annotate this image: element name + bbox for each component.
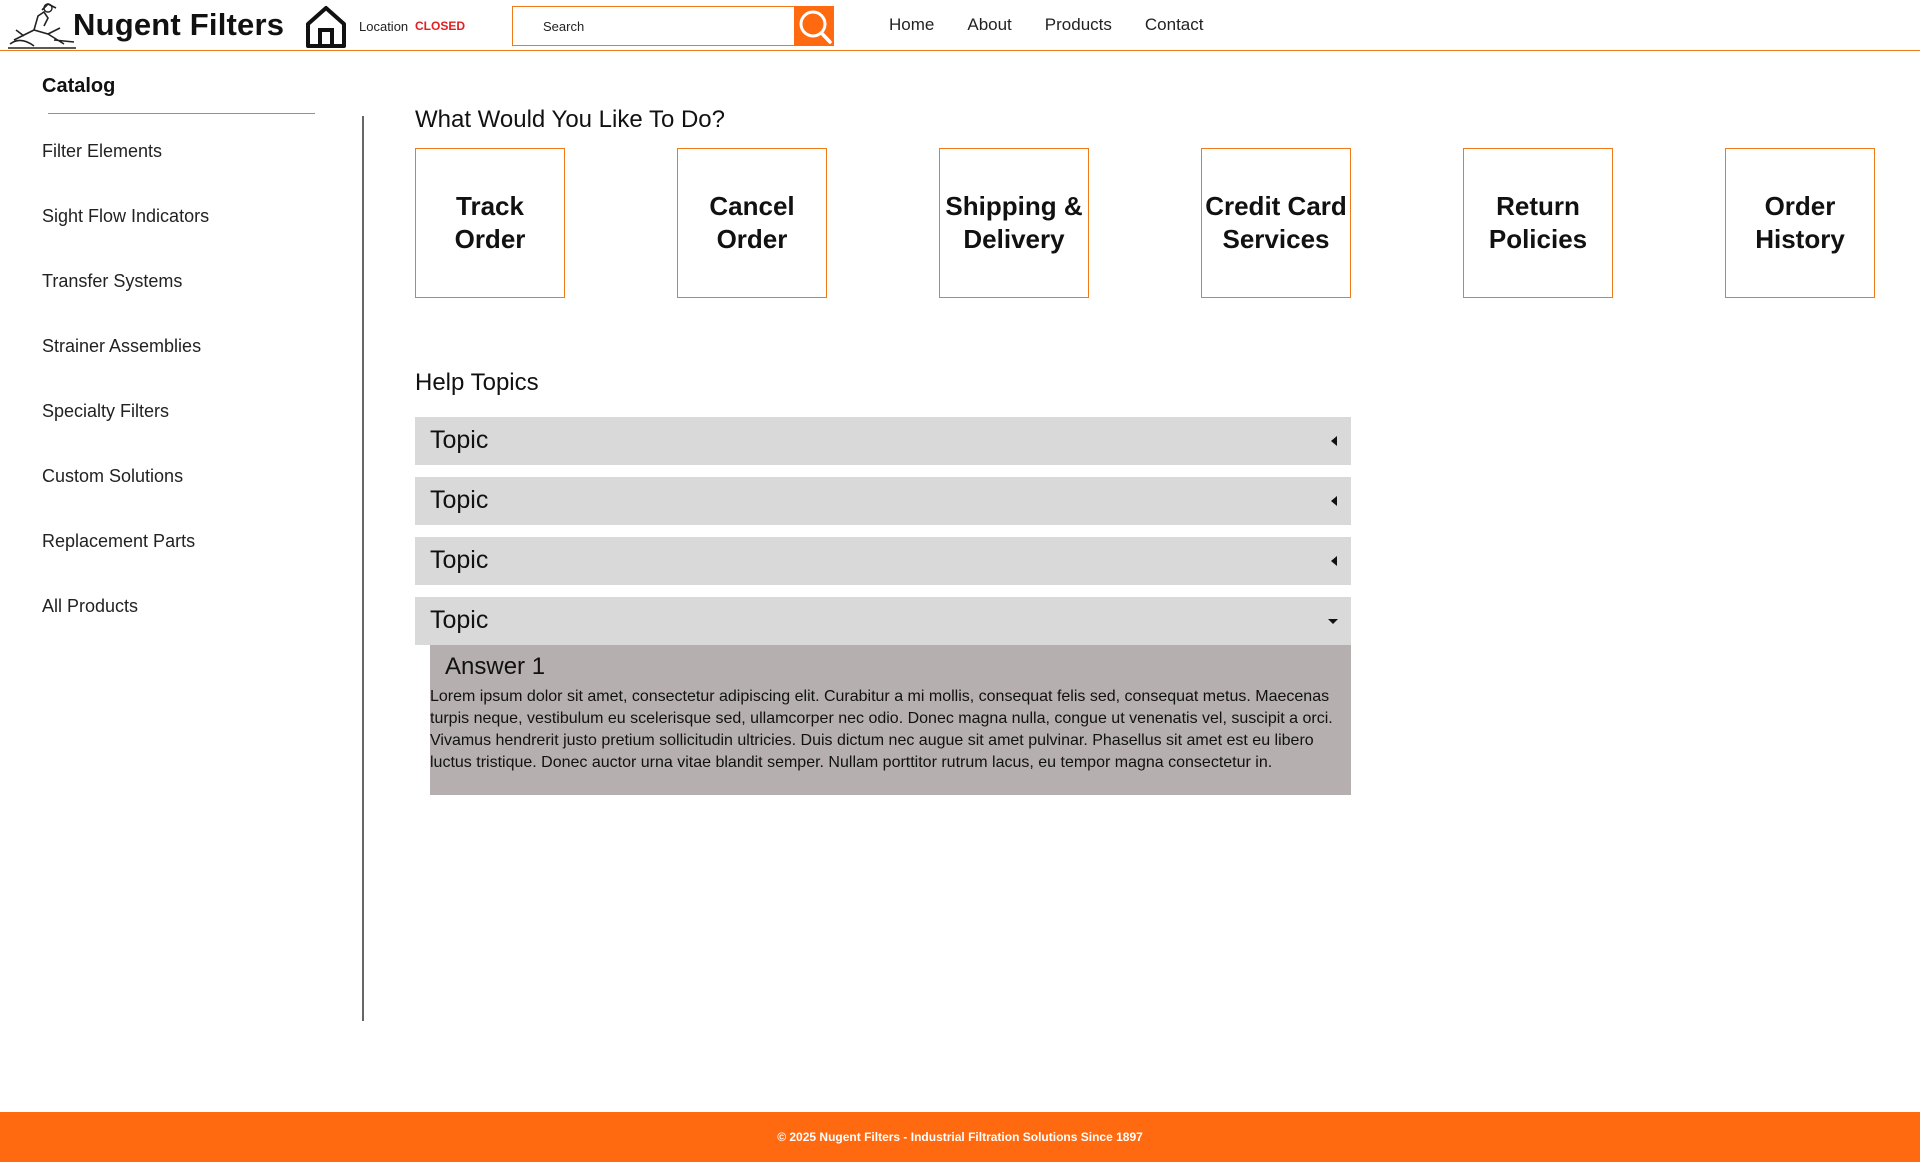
answer-body: Lorem ipsum dolor sit amet, consectetur … bbox=[430, 688, 1333, 771]
caret-left-icon bbox=[1331, 436, 1337, 446]
track-order-button[interactable]: Track Order bbox=[415, 148, 565, 298]
caret-down-icon bbox=[1328, 619, 1338, 624]
sidebar-item-label[interactable]: Replacement Parts bbox=[42, 531, 195, 551]
caret-left-icon bbox=[1331, 496, 1337, 506]
search-input[interactable] bbox=[513, 7, 795, 45]
answer-panel: Answer 1 Lorem ipsum dolor sit amet, con… bbox=[430, 645, 1351, 795]
sidebar-item-strainer-assemblies[interactable]: Strainer Assemblies bbox=[42, 336, 209, 401]
site-footer: © 2025 Nugent Filters - Industrial Filtr… bbox=[0, 1112, 1920, 1162]
topic-label: Topic bbox=[430, 606, 489, 634]
catalog-list: Filter Elements Sight Flow Indicators Tr… bbox=[42, 141, 209, 661]
home-icon[interactable] bbox=[304, 4, 348, 48]
sidebar-item-filter-elements[interactable]: Filter Elements bbox=[42, 141, 209, 206]
search-icon bbox=[799, 10, 832, 44]
nav-about[interactable]: About bbox=[967, 15, 1011, 35]
sidebar-item-custom-solutions[interactable]: Custom Solutions bbox=[42, 466, 209, 531]
topic-accordion-3[interactable]: Topic bbox=[415, 537, 1351, 585]
help-topics-heading: Help Topics bbox=[415, 369, 539, 396]
sidebar-item-specialty-filters[interactable]: Specialty Filters bbox=[42, 401, 209, 466]
brand-name[interactable]: Nugent Filters bbox=[73, 7, 284, 43]
sidebar-item-transfer-systems[interactable]: Transfer Systems bbox=[42, 271, 209, 336]
search-field[interactable] bbox=[512, 6, 795, 46]
topic-label: Topic bbox=[430, 546, 489, 574]
sidebar-item-label[interactable]: Transfer Systems bbox=[42, 271, 182, 291]
nav-products[interactable]: Products bbox=[1045, 15, 1112, 35]
sidebar-item-sight-flow-indicators[interactable]: Sight Flow Indicators bbox=[42, 206, 209, 271]
sidebar-divider bbox=[362, 116, 364, 1021]
order-history-button[interactable]: Order History bbox=[1725, 148, 1875, 298]
sidebar-item-label[interactable]: Specialty Filters bbox=[42, 401, 169, 421]
location-status-badge: CLOSED bbox=[415, 19, 466, 33]
nav-contact[interactable]: Contact bbox=[1145, 15, 1204, 35]
sidebar-item-label[interactable]: All Products bbox=[42, 596, 138, 616]
site-header: Nugent Filters Location CLOSED Home Abou… bbox=[0, 0, 1920, 51]
catalog-divider bbox=[48, 113, 315, 114]
caret-left-icon bbox=[1331, 556, 1337, 566]
sidebar-item-label[interactable]: Custom Solutions bbox=[42, 466, 183, 486]
sidebar-item-label[interactable]: Sight Flow Indicators bbox=[42, 206, 209, 226]
topic-label: Topic bbox=[430, 486, 489, 514]
sidebar-item-all-products[interactable]: All Products bbox=[42, 596, 209, 661]
actions-heading: What Would You Like To Do? bbox=[415, 106, 725, 133]
footer-copyright: © 2025 Nugent Filters - Industrial Filtr… bbox=[777, 1130, 1143, 1144]
topic-accordion-2[interactable]: Topic bbox=[415, 477, 1351, 525]
search-button[interactable] bbox=[794, 6, 834, 46]
topic-label: Topic bbox=[430, 426, 489, 454]
sidebar-item-label[interactable]: Filter Elements bbox=[42, 141, 162, 161]
nav-home[interactable]: Home bbox=[889, 15, 934, 35]
mascot-logo[interactable] bbox=[4, 0, 78, 50]
topic-accordion-4[interactable]: Topic bbox=[415, 597, 1351, 645]
return-policies-button[interactable]: Return Policies bbox=[1463, 148, 1613, 298]
catalog-title: Catalog bbox=[42, 75, 116, 97]
topic-accordion-1[interactable]: Topic bbox=[415, 417, 1351, 465]
top-nav: Home About Products Contact bbox=[889, 15, 1203, 35]
shipping-delivery-button[interactable]: Shipping & Delivery bbox=[939, 148, 1089, 298]
answer-title: Answer 1 bbox=[445, 653, 546, 680]
location-label: Location bbox=[359, 19, 409, 34]
sidebar-item-replacement-parts[interactable]: Replacement Parts bbox=[42, 531, 209, 596]
credit-card-services-button[interactable]: Credit Card Services bbox=[1201, 148, 1351, 298]
sidebar-item-label[interactable]: Strainer Assemblies bbox=[42, 336, 201, 356]
cancel-order-button[interactable]: Cancel Order bbox=[677, 148, 827, 298]
